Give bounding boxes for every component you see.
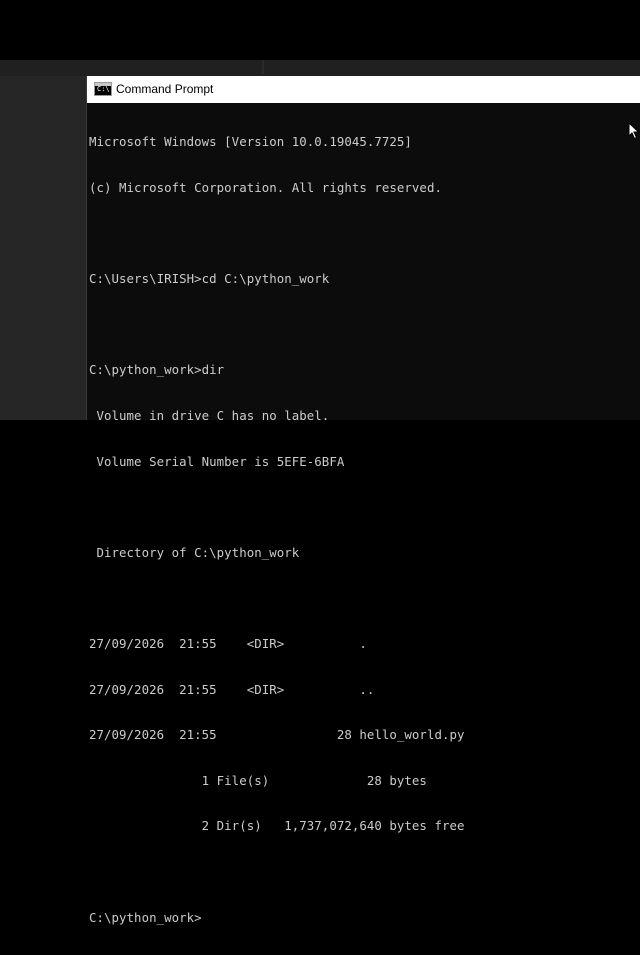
console-line: Volume in drive C has no label. [89, 407, 330, 423]
console-line: C:\python_work>dir [89, 362, 225, 378]
background-window-edge [0, 60, 640, 76]
console-line: Microsoft Windows [Version 10.0.19045.77… [89, 134, 412, 150]
command-prompt-window[interactable]: C:\ Command Prompt Microsoft Windows [Ve… [86, 76, 640, 925]
console-line: 27/09/2026 21:55 28 hello_world.py [89, 727, 465, 743]
background-window-divider [262, 60, 264, 74]
console-line: 2 Dir(s) 1,737,072,640 bytes free [89, 818, 465, 834]
window-title: Command Prompt [116, 82, 214, 96]
console-prompt-line[interactable]: C:\python_work> [89, 910, 640, 925]
mouse-pointer-icon [628, 122, 640, 140]
console-line: 27/09/2026 21:55 <DIR> .. [89, 681, 375, 697]
console-line: C:\Users\IRISH>cd C:\python_work [89, 271, 330, 287]
console-line: 27/09/2026 21:55 <DIR> . [89, 635, 367, 651]
console-line: Directory of C:\python_work [89, 544, 300, 560]
console-output[interactable]: Microsoft Windows [Version 10.0.19045.77… [89, 104, 640, 924]
background-window-panel [0, 76, 86, 420]
console-line: (c) Microsoft Corporation. All rights re… [89, 180, 442, 195]
console-line: 1 File(s) 28 bytes [89, 772, 427, 788]
window-titlebar[interactable]: C:\ Command Prompt [87, 76, 640, 103]
command-prompt-icon: C:\ [94, 82, 112, 96]
console-line: Volume Serial Number is 5EFE-6BFA [89, 453, 345, 469]
